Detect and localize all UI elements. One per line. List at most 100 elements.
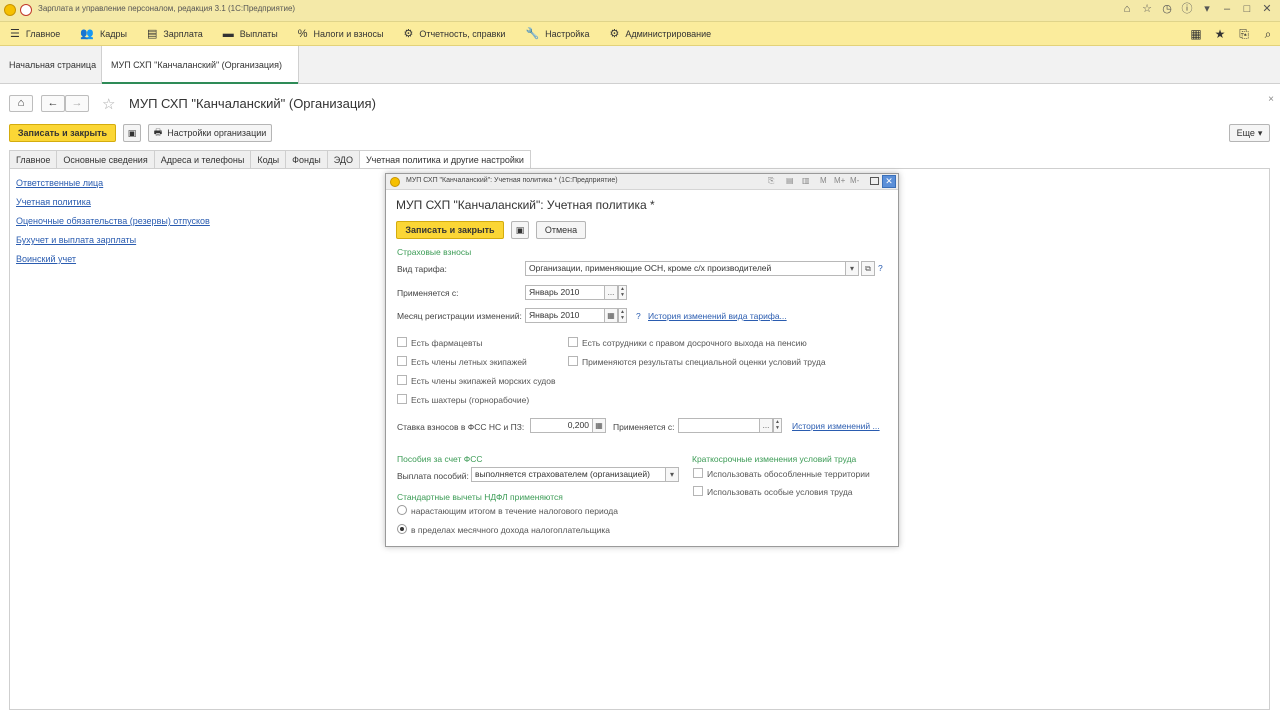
reg-month-field[interactable]: Январь 2010 (525, 308, 605, 323)
print-icon[interactable]: ▥ (802, 176, 810, 185)
link-accounting-salary[interactable]: Бухучет и выплата зарплаты (16, 235, 210, 246)
tariff-help-icon[interactable]: ? (878, 263, 883, 273)
fss-applies-field[interactable] (678, 418, 760, 433)
tariff-open-button[interactable]: ⧉ (861, 261, 875, 276)
back-button[interactable]: ← (41, 95, 65, 112)
checkbox-early-pension[interactable] (568, 337, 578, 347)
short-term-section-title: Краткосрочные изменения условий труда (692, 454, 857, 464)
checkbox-sea-crew-label: Есть члены экипажей морских судов (411, 376, 556, 386)
open-link-icon: ⧉ (865, 264, 871, 273)
calculator-icon: ▤ (146, 28, 158, 40)
tab-organization[interactable]: МУП СХП "Канчаланский" (Организация) (101, 46, 299, 84)
minimize-icon[interactable]: – (1220, 2, 1234, 16)
checkbox-miners[interactable] (397, 394, 407, 404)
menu-item-reports[interactable]: ⚙ Отчетность, справки (394, 22, 516, 46)
checkbox-flight-crew[interactable] (397, 356, 407, 366)
link-vacation-reserves[interactable]: Оценочные обязательства (резервы) отпуск… (16, 216, 210, 227)
tab-home-page[interactable]: Начальная страница (0, 46, 105, 84)
search-icon[interactable]: ⌕ (1256, 27, 1280, 42)
checkbox-sea-crew[interactable] (397, 375, 407, 385)
app-menu-icon[interactable] (20, 4, 32, 16)
wrench-icon: 🔧 (525, 28, 540, 40)
fss-applies-select-button[interactable]: ... (759, 418, 773, 433)
link-military[interactable]: Воинский учет (16, 254, 210, 265)
checkbox-pharmacists[interactable] (397, 337, 407, 347)
form-tabs: Главное Основные сведения Адреса и телеф… (9, 150, 531, 169)
menu-item-settings[interactable]: 🔧 Настройка (515, 22, 599, 46)
radio-cumulative[interactable] (397, 505, 407, 515)
tariff-history-link[interactable]: История изменений вида тарифа... (648, 311, 787, 321)
applies-from-spin[interactable]: ▲ ▼ (618, 285, 627, 300)
org-settings-button[interactable]: 🖶 Настройки организации (148, 124, 272, 142)
checkbox-special-conditions[interactable] (693, 486, 703, 496)
applies-from-field[interactable]: Январь 2010 (525, 285, 605, 300)
close-dialog-button[interactable]: ✕ (882, 175, 896, 188)
tab-main[interactable]: Главное (9, 150, 57, 169)
tab-funds[interactable]: Фонды (285, 150, 327, 169)
link-responsible-persons[interactable]: Ответственные лица (16, 178, 210, 189)
reg-month-select-button[interactable]: ▦ (604, 308, 618, 323)
menu-item-payments[interactable]: ▬ Выплаты (213, 22, 288, 46)
people-icon: 👥 (80, 28, 94, 40)
payment-select[interactable]: выполняется страхователем (организацией) (471, 467, 666, 482)
home-icon[interactable]: ⌂ (1120, 2, 1134, 16)
ndfl-section-title: Стандартные вычеты НДФЛ применяются (397, 492, 563, 502)
fss-history-link[interactable]: История изменений ... (792, 421, 880, 431)
tariff-select[interactable]: Организации, применяющие ОСН, кроме с/х … (525, 261, 847, 276)
dialog-save-close-button[interactable]: Записать и закрыть (396, 221, 504, 239)
link-accounting-policy[interactable]: Учетная политика (16, 197, 210, 208)
menu-item-main[interactable]: ☰ Главное (0, 22, 70, 46)
menu-item-taxes[interactable]: % Налоги и взносы (288, 22, 394, 46)
benefits-section-title: Пособия за счет ФСС (397, 454, 483, 464)
tab-edo[interactable]: ЭДО (326, 150, 359, 169)
copy-icon[interactable]: ⎘ (1232, 27, 1256, 42)
history-icon[interactable]: ◷ (1160, 2, 1174, 16)
checkbox-special-assessment[interactable] (568, 356, 578, 366)
fss-applies-label: Применяется с: (613, 422, 675, 432)
more-button[interactable]: Еще ▾ (1229, 124, 1270, 142)
link-icon[interactable]: ⎘ (768, 176, 774, 186)
payment-dropdown-button[interactable]: ▾ (665, 467, 679, 482)
home-button[interactable]: ⌂ (9, 95, 33, 112)
reg-month-spin[interactable]: ▲ ▼ (618, 308, 627, 323)
fss-rate-calc-button[interactable]: ▦ (592, 418, 606, 433)
radio-monthly-label: в пределах месячного дохода налогоплател… (411, 525, 611, 535)
reg-month-help-icon[interactable]: ? (636, 311, 641, 321)
menu-item-staff[interactable]: 👥 Кадры (70, 22, 137, 46)
tariff-dropdown-button[interactable]: ▾ (845, 261, 859, 276)
memory-minus-icon[interactable]: M- (850, 176, 859, 185)
favorite-star-icon[interactable]: ☆ (102, 95, 115, 113)
menu-item-salary[interactable]: ▤ Зарплата (137, 22, 213, 46)
close-icon[interactable]: ✕ (1260, 2, 1274, 16)
save-button[interactable]: ▣ (123, 124, 141, 142)
note-icon[interactable]: ▤ (786, 176, 794, 185)
menu-item-admin[interactable]: ⚙ Администрирование (599, 22, 721, 46)
cancel-button[interactable]: Отмена (536, 221, 586, 239)
dropdown-icon[interactable]: ▾ (1200, 2, 1214, 16)
floppy-icon: ▣ (515, 224, 525, 235)
tab-addresses[interactable]: Адреса и телефоны (153, 150, 251, 169)
tab-codes[interactable]: Коды (250, 150, 286, 169)
dialog-save-button[interactable]: ▣ (511, 221, 529, 239)
memory-plus-icon[interactable]: M+ (834, 176, 845, 185)
reports-icon: ⚙ (403, 28, 414, 40)
favorites-icon[interactable]: ☆ (1140, 2, 1154, 16)
fss-applies-spin[interactable]: ▲ ▼ (773, 418, 782, 433)
checkbox-separate-territories[interactable] (693, 468, 703, 478)
radio-monthly[interactable] (397, 524, 407, 534)
tab-accounting-policy[interactable]: Учетная политика и другие настройки (358, 150, 531, 169)
checkbox-miners-label: Есть шахтеры (горнорабочие) (411, 395, 530, 405)
close-form-icon[interactable]: × (1268, 94, 1274, 105)
maximize-icon[interactable] (870, 177, 879, 185)
info-icon[interactable]: ⓘ (1180, 2, 1194, 16)
tariff-label: Вид тарифа: (397, 264, 447, 274)
star-icon[interactable]: ★ (1208, 27, 1232, 41)
fss-rate-field[interactable]: 0,200 (530, 418, 593, 433)
applies-from-select-button[interactable]: ... (604, 285, 618, 300)
tab-basic-info[interactable]: Основные сведения (56, 150, 154, 169)
forward-button[interactable]: → (65, 95, 89, 112)
save-close-button[interactable]: Записать и закрыть (9, 124, 116, 142)
maximize-icon[interactable]: □ (1240, 2, 1254, 16)
grid-icon[interactable]: ▦ (1184, 27, 1208, 41)
memory-m-icon[interactable]: M (820, 176, 827, 185)
